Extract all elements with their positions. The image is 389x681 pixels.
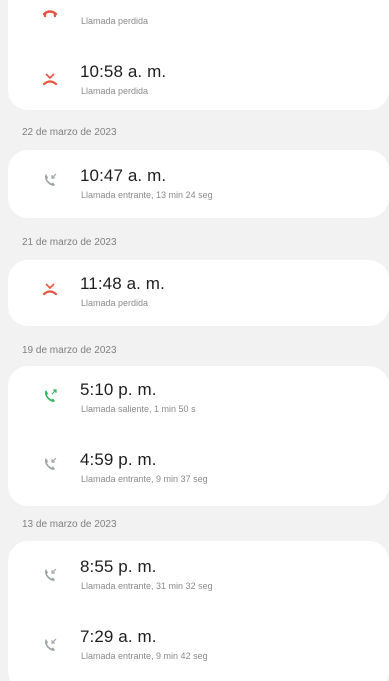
call-time: 11:48 a. m.: [80, 274, 165, 293]
call-log-entry[interactable]: 10:58 a. m. Llamada perdida: [8, 50, 389, 110]
call-log-entry[interactable]: Llamada perdida: [8, 0, 389, 40]
call-detail: Llamada entrante, 9 min 42 seg: [81, 651, 208, 661]
call-detail: Llamada entrante, 31 min 32 seg: [81, 581, 213, 591]
call-time: 4:59 p. m.: [80, 450, 157, 469]
call-log-screen: Llamada perdida 10:58 a. m. Llamada perd…: [0, 0, 389, 681]
call-log-entry[interactable]: 11:48 a. m. Llamada perdida: [8, 262, 389, 322]
call-time: 8:55 p. m.: [80, 557, 157, 576]
call-detail: Llamada entrante, 9 min 37 seg: [81, 474, 208, 484]
call-time: 10:47 a. m.: [80, 166, 167, 185]
call-log-entry[interactable]: 7:29 a. m. Llamada entrante, 9 min 42 se…: [8, 615, 389, 675]
missed-call-icon: [42, 72, 58, 88]
call-log-entry[interactable]: 8:55 p. m. Llamada entrante, 31 min 32 s…: [8, 545, 389, 605]
call-time: 10:58 a. m.: [80, 62, 167, 81]
call-detail: Llamada saliente, 1 min 50 s: [81, 404, 196, 414]
missed-call-icon: [42, 282, 58, 298]
call-group-card: 8:55 p. m. Llamada entrante, 31 min 32 s…: [8, 541, 389, 681]
incoming-call-icon: [42, 637, 58, 653]
date-header: 22 de marzo de 2023: [22, 127, 117, 138]
call-detail: Llamada perdida: [81, 86, 149, 96]
incoming-call-icon: [42, 172, 58, 188]
incoming-call-icon: [42, 567, 58, 583]
call-group-card: 10:47 a. m. Llamada entrante, 13 min 24 …: [8, 150, 389, 218]
date-header: 21 de marzo de 2023: [22, 237, 117, 248]
call-time: 7:29 a. m.: [80, 627, 157, 646]
call-group-card: Llamada perdida 10:58 a. m. Llamada perd…: [8, 0, 389, 110]
date-header: 13 de marzo de 2023: [22, 519, 117, 530]
call-log-entry[interactable]: 4:59 p. m. Llamada entrante, 9 min 37 se…: [8, 438, 389, 498]
incoming-call-icon: [42, 456, 58, 472]
call-time: 5:10 p. m.: [80, 380, 157, 399]
call-log-entry[interactable]: 5:10 p. m. Llamada saliente, 1 min 50 s: [8, 368, 389, 428]
call-group-card: 11:48 a. m. Llamada perdida: [8, 260, 389, 326]
call-group-card: 5:10 p. m. Llamada saliente, 1 min 50 s …: [8, 366, 389, 506]
call-detail: Llamada perdida: [81, 298, 149, 308]
missed-call-icon: [42, 3, 58, 19]
call-log-entry[interactable]: 10:47 a. m. Llamada entrante, 13 min 24 …: [8, 154, 389, 214]
call-detail: Llamada entrante, 13 min 24 seg: [81, 190, 213, 200]
outgoing-call-icon: [42, 388, 58, 404]
call-detail: Llamada perdida: [81, 16, 149, 26]
date-header: 19 de marzo de 2023: [22, 345, 117, 356]
